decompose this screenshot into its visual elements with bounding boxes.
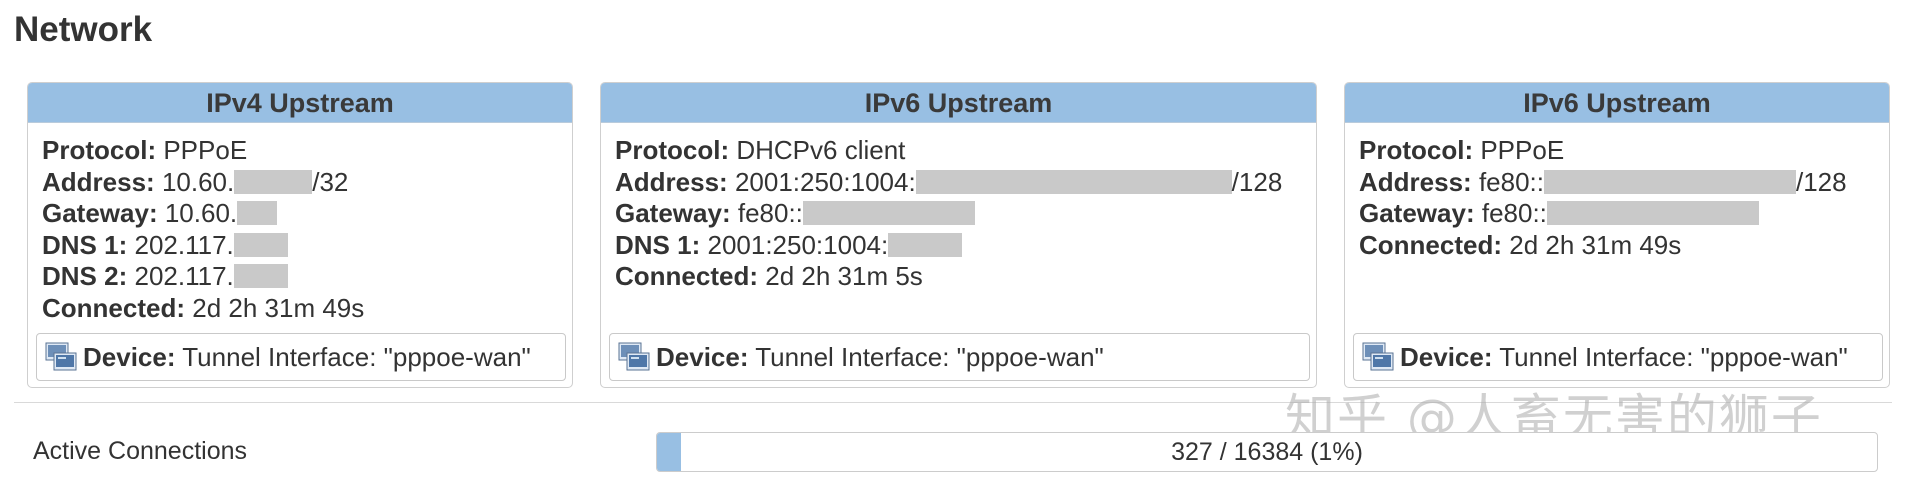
ipv4-upstream-card: IPv4 Upstream Protocol: PPPoE Address: 1… — [27, 82, 573, 388]
connected-label: Connected: — [42, 292, 185, 323]
gateway-row: Gateway: fe80:: — [615, 198, 1302, 230]
redacted-block — [802, 201, 975, 225]
protocol-label: Protocol: — [1359, 135, 1474, 165]
ipv6-upstream-card-dhcpv6: IPv6 Upstream Protocol: DHCPv6 client Ad… — [600, 82, 1317, 388]
gateway-row: Gateway: fe80:: — [1359, 198, 1875, 230]
redacted-block — [233, 264, 288, 288]
dns1-label: DNS 1: — [42, 229, 128, 260]
dns2-prefix: 202.117. — [134, 261, 234, 291]
progress-text: 327 / 16384 (1%) — [1171, 438, 1363, 466]
network-device-icon — [618, 340, 650, 371]
device-label: Device: — [1400, 342, 1493, 372]
protocol-value: DHCPv6 client — [736, 135, 906, 165]
connected-value: 2d 2h 31m 49s — [1509, 229, 1682, 260]
device-box: Device: Tunnel Interface: "pppoe-wan" — [36, 333, 566, 381]
redacted-block — [915, 169, 1232, 194]
address-suffix: /32 — [312, 166, 349, 197]
connected-row: Connected: 2d 2h 31m 5s — [615, 261, 1302, 293]
ipv6-upstream-card-pppoe: IPv6 Upstream Protocol: PPPoE Address: f… — [1344, 82, 1890, 388]
redacted-block — [1544, 169, 1796, 194]
address-label: Address: — [615, 166, 728, 197]
redacted-block — [234, 169, 313, 194]
address-prefix: 2001:250:1004: — [734, 166, 916, 197]
page-title: Network — [14, 10, 153, 49]
gateway-label: Gateway: — [42, 198, 158, 228]
dns2-row: DNS 2: 202.117. — [42, 261, 558, 293]
active-connections-label: Active Connections — [33, 437, 248, 465]
device-label: Device: — [83, 342, 176, 372]
active-connections-progress: 327 / 16384 (1%) — [656, 432, 1878, 472]
address-row: Address: fe80::/128 — [1359, 167, 1875, 199]
device-box: Device: Tunnel Interface: "pppoe-wan" — [1353, 333, 1883, 381]
redacted-block — [233, 232, 288, 257]
connected-label: Connected: — [1359, 229, 1502, 260]
protocol-value: PPPoE — [163, 135, 248, 165]
gateway-prefix: fe80:: — [1481, 198, 1547, 228]
device-box: Device: Tunnel Interface: "pppoe-wan" — [609, 333, 1310, 381]
network-device-icon — [45, 340, 77, 371]
connected-value: 2d 2h 31m 49s — [192, 292, 365, 323]
redacted-block — [1546, 201, 1759, 225]
dns1-prefix: 202.117. — [134, 229, 234, 260]
connected-row: Connected: 2d 2h 31m 49s — [1359, 230, 1875, 262]
connected-row: Connected: 2d 2h 31m 49s — [42, 293, 558, 325]
device-value: Tunnel Interface: "pppoe-wan" — [755, 342, 1104, 372]
address-suffix: /128 — [1796, 166, 1847, 197]
address-label: Address: — [42, 166, 155, 197]
gateway-row: Gateway: 10.60. — [42, 198, 558, 230]
device-value: Tunnel Interface: "pppoe-wan" — [182, 342, 531, 372]
card-header: IPv6 Upstream — [601, 83, 1316, 123]
gateway-prefix: 10.60. — [164, 198, 238, 228]
dns2-label: DNS 2: — [42, 261, 128, 291]
connected-label: Connected: — [615, 261, 758, 291]
protocol-row: Protocol: PPPoE — [42, 135, 558, 167]
address-label: Address: — [1359, 166, 1472, 197]
card-header: IPv4 Upstream — [28, 83, 572, 123]
card-header: IPv6 Upstream — [1345, 83, 1889, 123]
redacted-block — [888, 232, 963, 257]
connected-value: 2d 2h 31m 5s — [765, 261, 923, 291]
dns1-prefix: 2001:250:1004: — [707, 229, 889, 260]
protocol-row: Protocol: DHCPv6 client — [615, 135, 1302, 167]
dns1-label: DNS 1: — [615, 229, 701, 260]
device-label: Device: — [656, 342, 749, 372]
redacted-block — [237, 201, 278, 225]
protocol-label: Protocol: — [615, 135, 730, 165]
device-value: Tunnel Interface: "pppoe-wan" — [1499, 342, 1848, 372]
protocol-row: Protocol: PPPoE — [1359, 135, 1875, 167]
gateway-label: Gateway: — [615, 198, 731, 228]
address-row: Address: 2001:250:1004: /128 — [615, 167, 1302, 199]
protocol-label: Protocol: — [42, 135, 157, 165]
address-suffix: /128 — [1231, 166, 1283, 197]
address-prefix: 10.60. — [161, 166, 235, 197]
address-row: Address: 10.60. /32 — [42, 167, 558, 199]
dns1-row: DNS 1: 202.117. — [42, 230, 558, 262]
gateway-prefix: fe80:: — [737, 198, 803, 228]
gateway-label: Gateway: — [1359, 198, 1475, 228]
address-prefix: fe80:: — [1478, 166, 1544, 197]
network-device-icon — [1362, 340, 1394, 371]
protocol-value: PPPoE — [1480, 135, 1565, 165]
dns1-row: DNS 1: 2001:250:1004: — [615, 230, 1302, 262]
